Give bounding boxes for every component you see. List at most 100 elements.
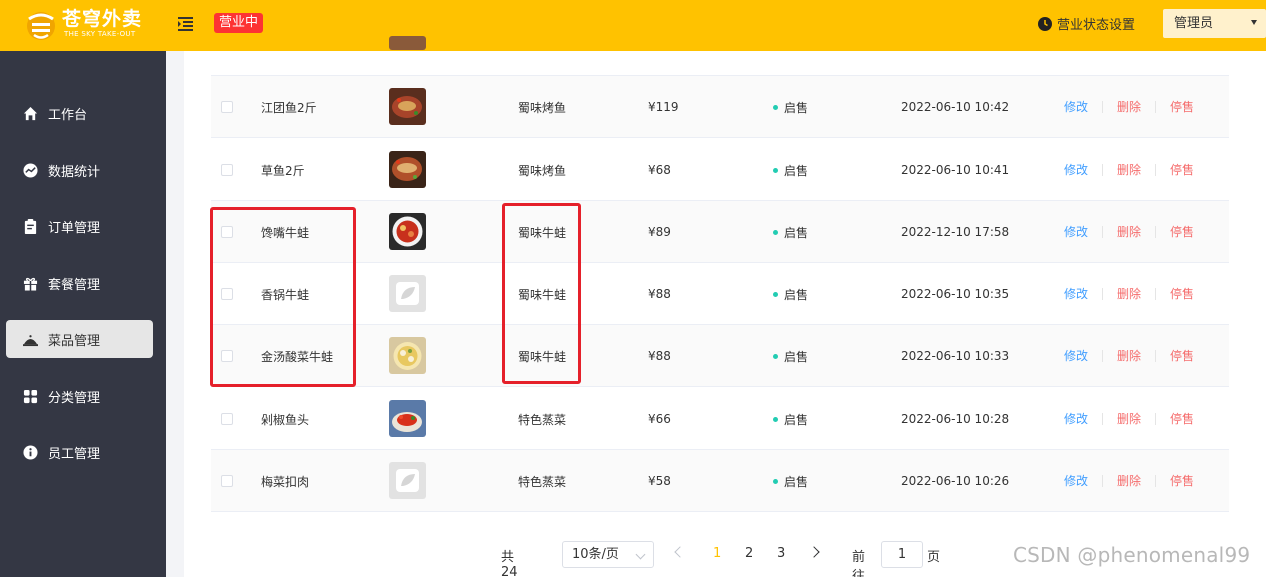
brand-name: 苍穹外卖 (62, 8, 143, 30)
clipboard-icon (24, 218, 37, 234)
status-dot (773, 167, 778, 173)
row-checkbox[interactable] (221, 164, 233, 176)
dish-status: 启售 (773, 450, 808, 512)
dish-image (389, 36, 426, 50)
status-dot (773, 229, 778, 235)
divider (1155, 413, 1156, 425)
dish-updated-time: 2022-06-10 10:26 (901, 474, 1010, 488)
dish-updated-time: 2022-06-10 10:33 (901, 349, 1010, 363)
delete-button[interactable]: 删除 (1117, 286, 1141, 302)
delete-button[interactable]: 删除 (1117, 473, 1141, 489)
divider (1155, 101, 1156, 113)
edit-button[interactable]: 修改 (1064, 162, 1088, 178)
stop-sale-button[interactable]: 停售 (1170, 162, 1194, 178)
divider (1102, 101, 1103, 113)
dish-price: ¥66 (648, 412, 671, 426)
dish-status: 启售 (773, 388, 808, 450)
dish-category: 特色蒸菜 (518, 412, 567, 427)
dish-updated-time: 2022-06-10 10:28 (901, 412, 1010, 426)
row-checkbox[interactable] (221, 475, 233, 487)
status-dot (773, 478, 778, 484)
chevron-down-icon (635, 549, 646, 560)
dish-cover-icon (23, 334, 38, 346)
sidebar-item-statistics[interactable]: 数据统计 (6, 151, 153, 189)
pagination-total: 共 24 条 (501, 550, 518, 577)
divider (1155, 475, 1156, 487)
page-size-select[interactable]: 10条/页 (562, 541, 654, 568)
sidebar-item-dishes[interactable]: 菜品管理 (6, 320, 153, 358)
logo-icon (27, 12, 55, 40)
page-number-1[interactable]: 1 (713, 546, 721, 561)
goto-label: 前往 (852, 550, 866, 577)
stop-sale-button[interactable]: 停售 (1170, 348, 1194, 364)
dish-price: ¥68 (648, 163, 671, 177)
table-row: 金汤酸菜牛蛙 蜀味牛蛙 ¥88 启售 2022-06-10 10:33 修改 删… (211, 325, 1229, 387)
divider (1155, 350, 1156, 362)
page-number-2[interactable]: 2 (745, 546, 753, 561)
delete-button[interactable]: 删除 (1117, 411, 1141, 427)
sidebar-item-combos[interactable]: 套餐管理 (6, 264, 153, 302)
dish-updated-time: 2022-06-10 10:35 (901, 287, 1010, 301)
dish-image (389, 213, 426, 250)
divider (1102, 475, 1103, 487)
brand-subtitle: THE SKY TAKE-OUT (64, 30, 136, 38)
dish-image (389, 151, 426, 188)
stop-sale-button[interactable]: 停售 (1170, 411, 1194, 427)
row-checkbox[interactable] (221, 101, 233, 113)
edit-button[interactable]: 修改 (1064, 348, 1088, 364)
page-number-3[interactable]: 3 (777, 546, 785, 561)
delete-button[interactable]: 删除 (1117, 162, 1141, 178)
edit-button[interactable]: 修改 (1064, 473, 1088, 489)
sidebar-item-label: 订单管理 (48, 220, 101, 236)
table-row (211, 14, 1229, 76)
delete-button[interactable]: 删除 (1117, 99, 1141, 115)
sidebar-item-dashboard[interactable]: 工作台 (6, 94, 153, 132)
table-row: 香锅牛蛙 蜀味牛蛙 ¥88 启售 2022-06-10 10:35 修改 删除 … (211, 263, 1229, 325)
status-dot (773, 353, 778, 359)
goto-page-input[interactable]: 1 (881, 541, 923, 568)
delete-button[interactable]: 删除 (1117, 348, 1141, 364)
divider (1102, 350, 1103, 362)
edit-button[interactable]: 修改 (1064, 99, 1088, 115)
sidebar-item-label: 分类管理 (48, 390, 101, 406)
dish-name: 江团鱼2斤 (261, 100, 317, 115)
edit-button[interactable]: 修改 (1064, 411, 1088, 427)
edit-button[interactable]: 修改 (1064, 286, 1088, 302)
placeholder-logo-icon (389, 275, 426, 312)
placeholder-logo-icon (389, 462, 426, 499)
home-icon (23, 106, 38, 120)
divider (1102, 164, 1103, 176)
delete-button[interactable]: 删除 (1117, 224, 1141, 240)
dish-category: 蜀味烤鱼 (518, 100, 567, 115)
sidebar-item-label: 工作台 (48, 107, 88, 123)
divider (1155, 288, 1156, 300)
sidebar-item-categories[interactable]: 分类管理 (6, 377, 153, 415)
edit-button[interactable]: 修改 (1064, 224, 1088, 240)
dish-price: ¥58 (648, 474, 671, 488)
row-checkbox[interactable] (221, 413, 233, 425)
stop-sale-button[interactable]: 停售 (1170, 224, 1194, 240)
dish-status: 启售 (773, 139, 808, 201)
dish-updated-time: 2022-06-10 10:41 (901, 163, 1010, 177)
dish-status-label: 启售 (784, 100, 809, 115)
info-icon (23, 444, 38, 460)
sidebar-item-employees[interactable]: 员工管理 (6, 433, 153, 471)
dish-category: 蜀味烤鱼 (518, 163, 567, 178)
dish-name: 草鱼2斤 (261, 163, 305, 178)
dish-price: ¥88 (648, 349, 671, 363)
dish-price: ¥119 (648, 100, 679, 114)
chart-icon (23, 162, 38, 178)
sidebar-item-label: 菜品管理 (48, 333, 101, 349)
stop-sale-button[interactable]: 停售 (1170, 286, 1194, 302)
stop-sale-button[interactable]: 停售 (1170, 473, 1194, 489)
status-dot (773, 416, 778, 422)
divider (1155, 164, 1156, 176)
sidebar-item-label: 数据统计 (48, 164, 101, 180)
menu-fold-icon[interactable] (178, 17, 193, 31)
dish-image (389, 400, 426, 437)
dish-status: 启售 (773, 263, 808, 325)
dish-status-label: 启售 (784, 349, 809, 364)
dish-category: 特色蒸菜 (518, 474, 567, 489)
sidebar-item-orders[interactable]: 订单管理 (6, 207, 153, 245)
stop-sale-button[interactable]: 停售 (1170, 99, 1194, 115)
